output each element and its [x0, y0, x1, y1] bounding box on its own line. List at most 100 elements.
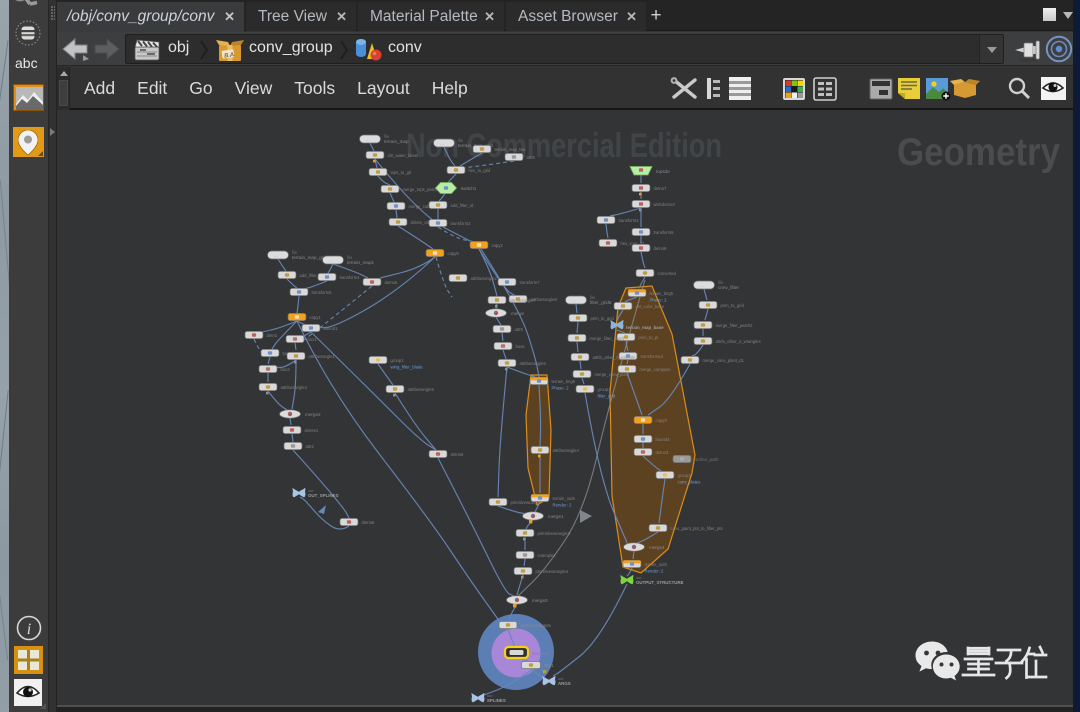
svg-text:box5: box5 [516, 344, 526, 349]
svg-text:attribwrangle5: attribwrangle5 [408, 387, 435, 392]
svg-text:copy5: copy5 [448, 251, 460, 256]
svg-text:...: ... [700, 283, 704, 288]
svg-text:...: ... [329, 258, 333, 263]
svg-text:hex_to_grid: hex_to_grid [469, 168, 492, 173]
svg-text:detno8: detno8 [362, 520, 375, 525]
svg-text:attribwrangle6: attribwrangle6 [520, 361, 547, 366]
svg-text:wing_filter_blade: wing_filter_blade [391, 365, 424, 370]
svg-text:detno3: detno3 [656, 450, 669, 455]
svg-text:transform3: transform3 [619, 218, 640, 223]
svg-text:transform8: transform8 [654, 230, 675, 235]
svg-text:transform7: transform7 [520, 280, 541, 285]
svg-text:detno8: detno8 [451, 452, 464, 457]
svg-text:merge2: merge2 [305, 412, 321, 417]
svg-text:switch1: switch1 [461, 186, 477, 191]
svg-text:attribwrangle7: attribwrangle7 [510, 298, 537, 303]
svg-text:transform4: transform4 [340, 275, 361, 280]
svg-text:gsplinewrangle5: gsplinewrangle5 [521, 623, 552, 628]
svg-text:copy3: copy3 [656, 418, 668, 423]
svg-text:SPLINES: SPLINES [487, 698, 506, 703]
svg-text:OUT_SPLINES: OUT_SPLINES [308, 493, 339, 498]
svg-text:Phase: 2: Phase: 2 [552, 386, 570, 391]
svg-text:attribwrangle1: attribwrangle1 [309, 354, 336, 359]
svg-text:conv_paint_pts_to_filter_pts: conv_paint_pts_to_filter_pts [671, 526, 723, 531]
svg-text:Render: 2: Render: 2 [645, 569, 664, 574]
svg-text:ARGS: ARGS [558, 681, 571, 686]
svg-text:prim_to_grid: prim_to_grid [721, 303, 745, 308]
svg-text:...: ... [274, 253, 278, 258]
svg-text:merge1: merge1 [548, 514, 564, 519]
svg-text:terrain_map: terrain_map [384, 139, 409, 144]
svg-text:split1: split1 [544, 663, 554, 668]
svg-text:terrain_map_low: terrain_map_low [495, 147, 527, 152]
svg-text:Render: 2: Render: 2 [553, 503, 572, 508]
svg-text:tops_to_grl: tops_to_grl [391, 170, 412, 175]
svg-text:merge_conv_plant_d1: merge_conv_plant_d1 [703, 358, 745, 363]
svg-text:converted: converted [658, 271, 677, 276]
svg-text:terrain_out6: terrain_out6 [553, 496, 576, 501]
svg-text:copy1: copy1 [310, 315, 322, 320]
svg-text:OUTPUT_STRUCTURE: OUTPUT_STRUCTURE [636, 580, 684, 585]
svg-text:example2: example2 [538, 553, 557, 558]
svg-text:attr2: attr2 [306, 444, 315, 449]
svg-text:box1: box1 [308, 337, 318, 342]
svg-text:box3: box3 [281, 367, 291, 372]
svg-text:attribwrangle4: attribwrangle4 [553, 448, 580, 453]
svg-text:merge_conv_plant: merge_conv_plant [595, 372, 630, 377]
svg-text:attr6: attr6 [515, 327, 524, 332]
svg-text:merge4: merge4 [649, 545, 665, 550]
svg-text:transform2: transform2 [451, 221, 472, 226]
svg-text:primitivewrangle3: primitivewrangle3 [538, 531, 571, 536]
svg-text:spline_path: spline_path [695, 457, 719, 462]
svg-text:detno: detno [267, 333, 278, 338]
svg-text:attr5: attr5 [527, 155, 536, 160]
svg-text:merge: merge [511, 311, 524, 316]
svg-text:selected: selected [532, 651, 550, 656]
svg-text:terrain_map1: terrain_map1 [347, 260, 375, 265]
svg-text:merge_compack: merge_compack [640, 367, 672, 372]
svg-text:attribwrangle3: attribwrangle3 [281, 385, 308, 390]
svg-text:...: ... [366, 137, 370, 142]
svg-text:add_filter_id: add_filter_id [451, 203, 474, 208]
svg-text:delete1: delete1 [305, 428, 319, 433]
svg-text:...: ... [440, 141, 444, 146]
svg-text:merge3: merge3 [532, 598, 548, 603]
svg-text:terrain_bng6: terrain_bng6 [552, 379, 576, 384]
svg-text:conv_plates: conv_plates [678, 480, 701, 485]
svg-text:terrain_out5: terrain_out5 [645, 562, 668, 567]
svg-text:det_color_base: det_color_base [636, 304, 665, 309]
svg-text:Geometry: Geometry [897, 131, 1060, 174]
svg-text:detno7: detno7 [654, 186, 667, 191]
svg-text:group3: group3 [678, 473, 692, 478]
svg-text:merge_filter_patch2: merge_filter_patch2 [716, 323, 754, 328]
svg-text:transformed: transformed [641, 354, 664, 359]
svg-text:detno9: detno9 [654, 246, 667, 251]
svg-text:wishdetno3: wishdetno3 [654, 202, 676, 207]
svg-text:copy2: copy2 [492, 243, 504, 248]
svg-text:attrib_other_2_wrangle4: attrib_other_2_wrangle4 [716, 339, 762, 344]
svg-text:topsde: topsde [656, 169, 670, 174]
svg-text:i: i [27, 621, 31, 638]
svg-text:bound3: bound3 [656, 437, 671, 442]
svg-text:transform5: transform5 [312, 290, 333, 295]
svg-text:attrib_other_2_wrangle: attrib_other_2_wrangle [593, 355, 637, 360]
svg-text:merge_filter_patch: merge_filter_patch [590, 336, 625, 341]
svg-text:dirt_water_bevel: dirt_water_bevel [388, 153, 419, 158]
svg-text:primitivewrangle: primitivewrangle [511, 500, 542, 505]
svg-text:filter_grid5: filter_grid5 [590, 300, 612, 305]
svg-text:bound1: bound1 [324, 326, 339, 331]
svg-text:merge_tops_patch: merge_tops_patch [403, 187, 438, 192]
svg-text:terrain_map_base: terrain_map_base [626, 325, 664, 330]
svg-text:filter_grid: filter_grid [598, 394, 616, 399]
svg-text:terrain_bng5: terrain_bng5 [650, 291, 674, 296]
svg-text:attribwrangle2: attribwrangle2 [471, 276, 498, 281]
svg-text:group1: group1 [391, 358, 405, 363]
svg-text:conv_filter: conv_filter [718, 285, 739, 290]
svg-text:detno5: detno5 [385, 280, 398, 285]
svg-text:...: ... [572, 298, 576, 303]
svg-text:primitivewrangle4: primitivewrangle4 [536, 569, 569, 574]
svg-text:prim_to_pt: prim_to_pt [639, 335, 660, 340]
svg-text:prim_to_grid: prim_to_grid [591, 316, 615, 321]
svg-text:group4: group4 [598, 387, 612, 392]
svg-text:Phase: 2: Phase: 2 [650, 298, 668, 303]
